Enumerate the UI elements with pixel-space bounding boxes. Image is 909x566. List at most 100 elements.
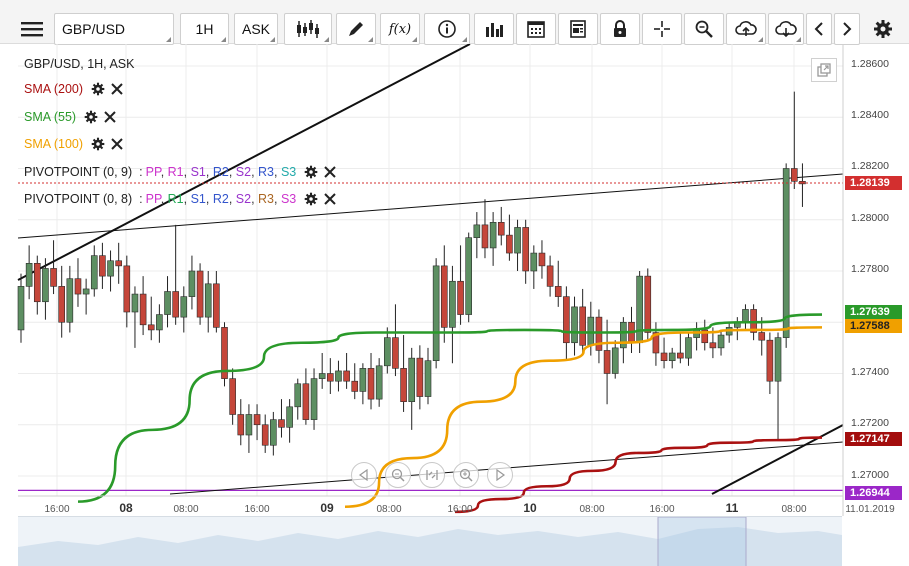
candle[interactable]: [685, 332, 692, 366]
candle[interactable]: [90, 245, 98, 297]
indicators-button[interactable]: f(x): [380, 13, 420, 45]
candle[interactable]: [628, 306, 635, 353]
gear-icon[interactable]: [304, 165, 318, 179]
candle[interactable]: [327, 358, 334, 394]
candle[interactable]: [82, 278, 90, 315]
candle[interactable]: [424, 347, 432, 405]
candle[interactable]: [74, 258, 82, 307]
candle[interactable]: [286, 399, 293, 443]
candle[interactable]: [587, 301, 595, 356]
candle[interactable]: [237, 399, 245, 446]
upload-button[interactable]: [726, 13, 766, 45]
candle[interactable]: [432, 258, 440, 369]
candle[interactable]: [156, 304, 163, 343]
candle[interactable]: [725, 322, 733, 343]
candle[interactable]: [115, 242, 122, 284]
candle[interactable]: [774, 332, 782, 441]
gear-icon[interactable]: [91, 82, 105, 96]
candle[interactable]: [449, 265, 456, 364]
candle[interactable]: [147, 296, 155, 341]
candle[interactable]: [58, 265, 66, 338]
candle[interactable]: [595, 309, 603, 364]
candle[interactable]: [538, 240, 546, 279]
candle[interactable]: [522, 219, 529, 284]
candle[interactable]: [123, 255, 131, 328]
sma55-label[interactable]: SMA (55): [24, 110, 76, 124]
pivot2-label[interactable]: PIVOTPOINT (0, 8): [24, 192, 132, 206]
scroll-right-button[interactable]: [487, 462, 513, 488]
candle[interactable]: [497, 206, 505, 246]
trend-line-channel[interactable]: [17, 173, 844, 239]
lock-button[interactable]: [600, 13, 640, 45]
info-button[interactable]: [424, 13, 470, 45]
timeframe-selector[interactable]: 1H: [180, 13, 229, 45]
scroll-back-button[interactable]: [806, 13, 832, 45]
candle[interactable]: [50, 240, 57, 295]
candle[interactable]: [66, 265, 74, 333]
sma100-label[interactable]: SMA (100): [24, 137, 83, 151]
candle[interactable]: [742, 304, 749, 330]
candle[interactable]: [278, 399, 285, 438]
crosshair-button[interactable]: [642, 13, 682, 45]
candle[interactable]: [343, 353, 350, 389]
candle[interactable]: [766, 332, 774, 395]
close-icon[interactable]: [111, 83, 123, 95]
candle[interactable]: [790, 91, 798, 189]
close-icon[interactable]: [324, 193, 336, 205]
candle[interactable]: [302, 368, 310, 425]
news-button[interactable]: [558, 13, 598, 45]
candle[interactable]: [25, 245, 33, 300]
candle[interactable]: [261, 414, 269, 453]
candle[interactable]: [579, 288, 586, 353]
scroll-left-button[interactable]: [351, 462, 377, 488]
candle[interactable]: [351, 363, 359, 400]
candle[interactable]: [563, 286, 570, 361]
candle[interactable]: [107, 250, 114, 292]
candle[interactable]: [392, 304, 399, 377]
candle[interactable]: [99, 242, 106, 289]
candle[interactable]: [416, 345, 424, 410]
candle[interactable]: [367, 353, 375, 410]
candle[interactable]: [270, 411, 277, 456]
menu-button[interactable]: [14, 13, 50, 45]
scroll-forward-button[interactable]: [834, 13, 860, 45]
candle[interactable]: [677, 332, 684, 364]
zoom-out-button[interactable]: [385, 462, 411, 488]
drawing-tools-button[interactable]: [336, 13, 376, 45]
candle[interactable]: [465, 232, 473, 323]
candle[interactable]: [164, 276, 171, 328]
volume-button[interactable]: [474, 13, 514, 45]
candle[interactable]: [221, 322, 228, 387]
candle[interactable]: [310, 368, 318, 430]
gear-icon[interactable]: [84, 110, 98, 124]
symbol-selector[interactable]: GBP/USD: [54, 13, 174, 45]
candle[interactable]: [229, 368, 236, 425]
chart-type-button[interactable]: [284, 13, 332, 45]
candle[interactable]: [530, 245, 538, 289]
candle[interactable]: [204, 271, 212, 333]
chart-navigator[interactable]: [18, 516, 842, 566]
candle[interactable]: [318, 353, 326, 389]
candle[interactable]: [253, 404, 261, 441]
download-button[interactable]: [768, 13, 804, 45]
candle[interactable]: [554, 260, 562, 307]
candle[interactable]: [457, 245, 464, 325]
candle[interactable]: [734, 317, 741, 341]
candle[interactable]: [196, 263, 204, 325]
zoom-button[interactable]: [684, 13, 724, 45]
candle[interactable]: [473, 212, 481, 259]
candle[interactable]: [506, 214, 513, 261]
settings-button[interactable]: [866, 13, 900, 45]
price-side-selector[interactable]: ASK: [234, 13, 278, 45]
sma200-label[interactable]: SMA (200): [24, 82, 83, 96]
candle[interactable]: [440, 245, 448, 343]
candle[interactable]: [17, 273, 25, 343]
candle[interactable]: [408, 347, 416, 430]
candle[interactable]: [668, 347, 676, 369]
close-icon[interactable]: [111, 138, 123, 150]
candle[interactable]: [571, 296, 578, 356]
candle[interactable]: [546, 255, 554, 297]
candle[interactable]: [620, 317, 627, 364]
candle[interactable]: [717, 329, 725, 356]
close-icon[interactable]: [324, 166, 336, 178]
